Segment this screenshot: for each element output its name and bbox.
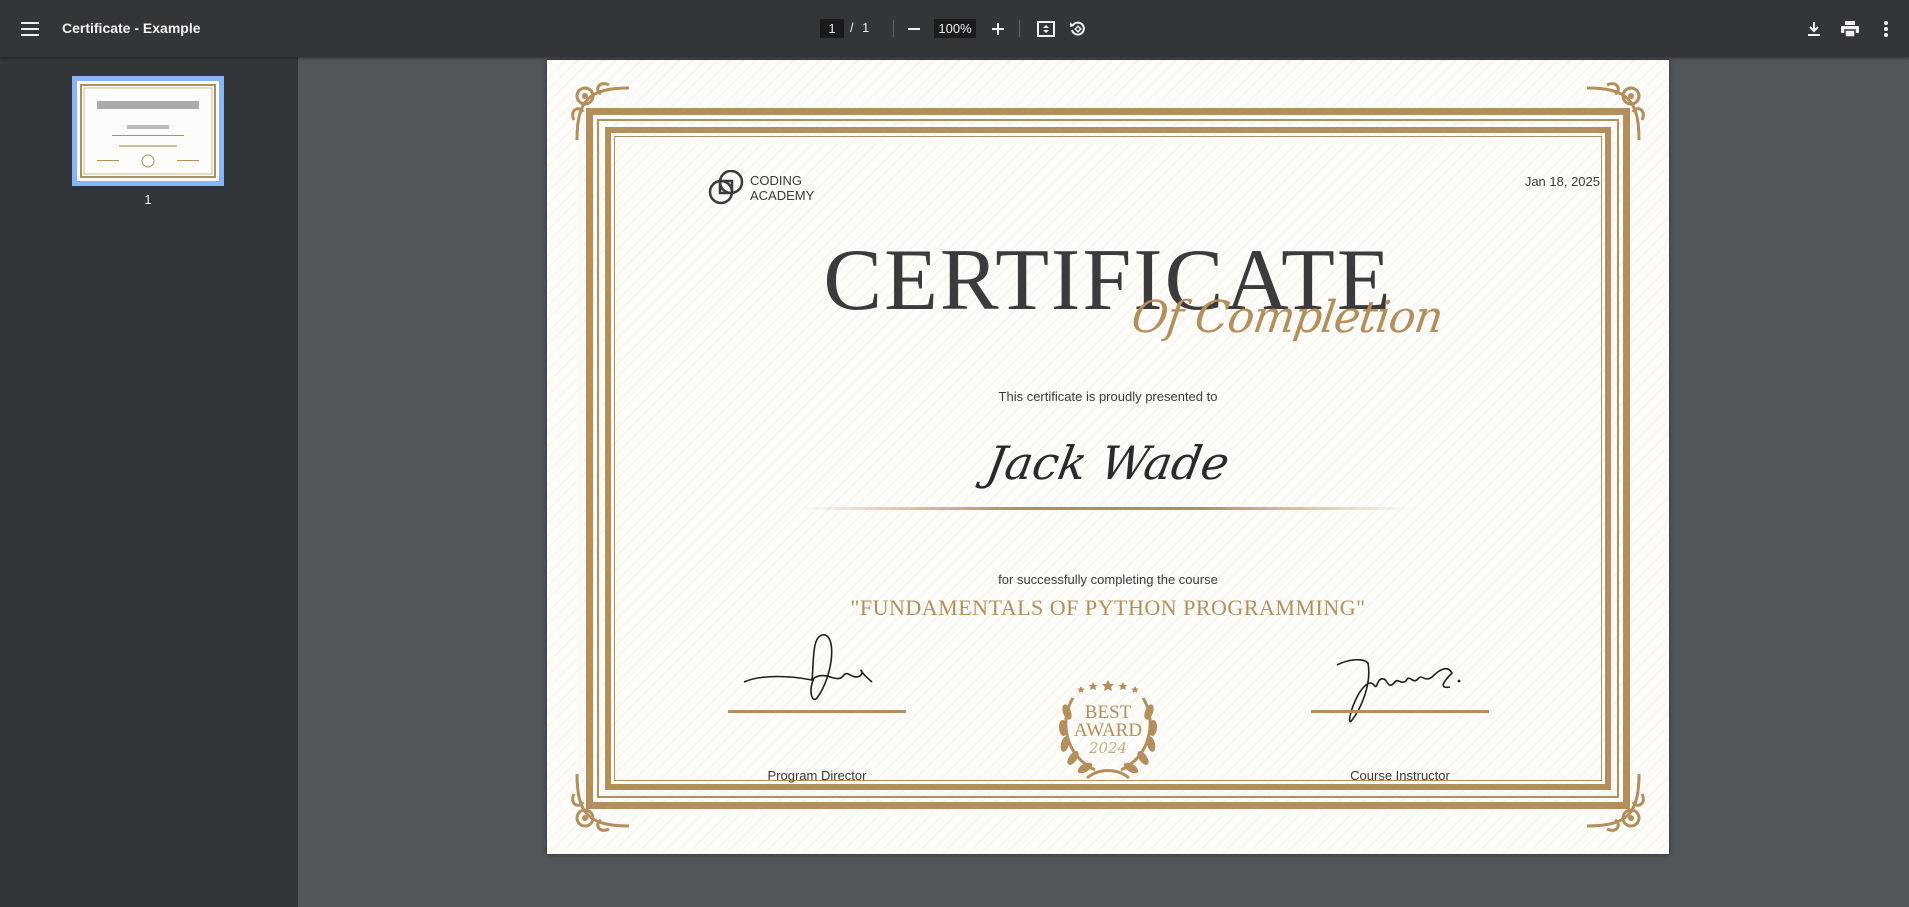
course-instructor-signature <box>1336 658 1461 723</box>
best-award-seal: BEST AWARD 2024 <box>1043 660 1173 790</box>
print-icon[interactable] <box>1834 13 1866 45</box>
more-options-icon[interactable] <box>1870 13 1902 45</box>
course-instructor-label: Course Instructor <box>1350 768 1450 783</box>
zoom-out-icon[interactable] <box>898 13 930 45</box>
program-director-signature <box>743 634 873 701</box>
zoom-in-icon[interactable] <box>982 13 1014 45</box>
thumbnail-sidebar: 1 <box>0 57 298 907</box>
course-name: "FUNDAMENTALS OF PYTHON PROGRAMMING" <box>850 595 1366 620</box>
corner-ornament <box>1586 773 1645 832</box>
logo-line-2: ACADEMY <box>750 188 815 203</box>
program-director-label: Program Director <box>767 768 867 783</box>
certificate-date: Jan 18, 2025 <box>1524 174 1600 189</box>
rotate-icon[interactable] <box>1062 13 1094 45</box>
document-title: Certificate - Example <box>62 20 201 36</box>
logo-line-1: CODING <box>750 173 802 188</box>
corner-ornament <box>571 773 630 832</box>
certificate-title: CERTIFICATE <box>823 232 1393 329</box>
page-number-input[interactable] <box>820 19 844 38</box>
toolbar-divider <box>1019 20 1020 37</box>
corner-ornament <box>1586 82 1645 141</box>
thumbnail-preview <box>77 81 219 181</box>
academy-logo: CODING ACADEMY <box>708 170 814 206</box>
pdf-toolbar: Certificate - Example / 1 <box>0 0 1909 57</box>
name-underline <box>802 507 1412 510</box>
thumbnail-label: 1 <box>144 192 152 207</box>
menu-icon[interactable] <box>14 13 46 45</box>
fit-page-icon[interactable] <box>1030 13 1062 45</box>
completing-text: for successfully completing the course <box>998 572 1218 587</box>
laurel-wreath-icon: BEST AWARD 2024 <box>1058 680 1158 780</box>
toolbar-divider <box>893 20 894 37</box>
page-thumbnail[interactable] <box>72 76 224 186</box>
recipient-name: Jack Wade <box>982 436 1234 490</box>
award-year: 2024 <box>1088 739 1127 757</box>
zoom-level-input[interactable] <box>934 19 976 38</box>
corner-ornament <box>571 82 630 141</box>
logo-icon <box>708 170 744 205</box>
certificate-page: CODING ACADEMY Jan 18, 2025 CERTIFICATE … <box>547 60 1669 854</box>
download-icon[interactable] <box>1798 13 1830 45</box>
award-line-2: AWARD <box>1074 720 1142 741</box>
page-total: 1 <box>862 20 870 35</box>
presented-text: This certificate is proudly presented to <box>998 389 1218 404</box>
page-separator: / <box>850 20 854 35</box>
signature-line <box>728 710 906 713</box>
certificate-subtitle: Of Completion <box>1128 292 1446 343</box>
signature-line <box>1311 710 1489 713</box>
